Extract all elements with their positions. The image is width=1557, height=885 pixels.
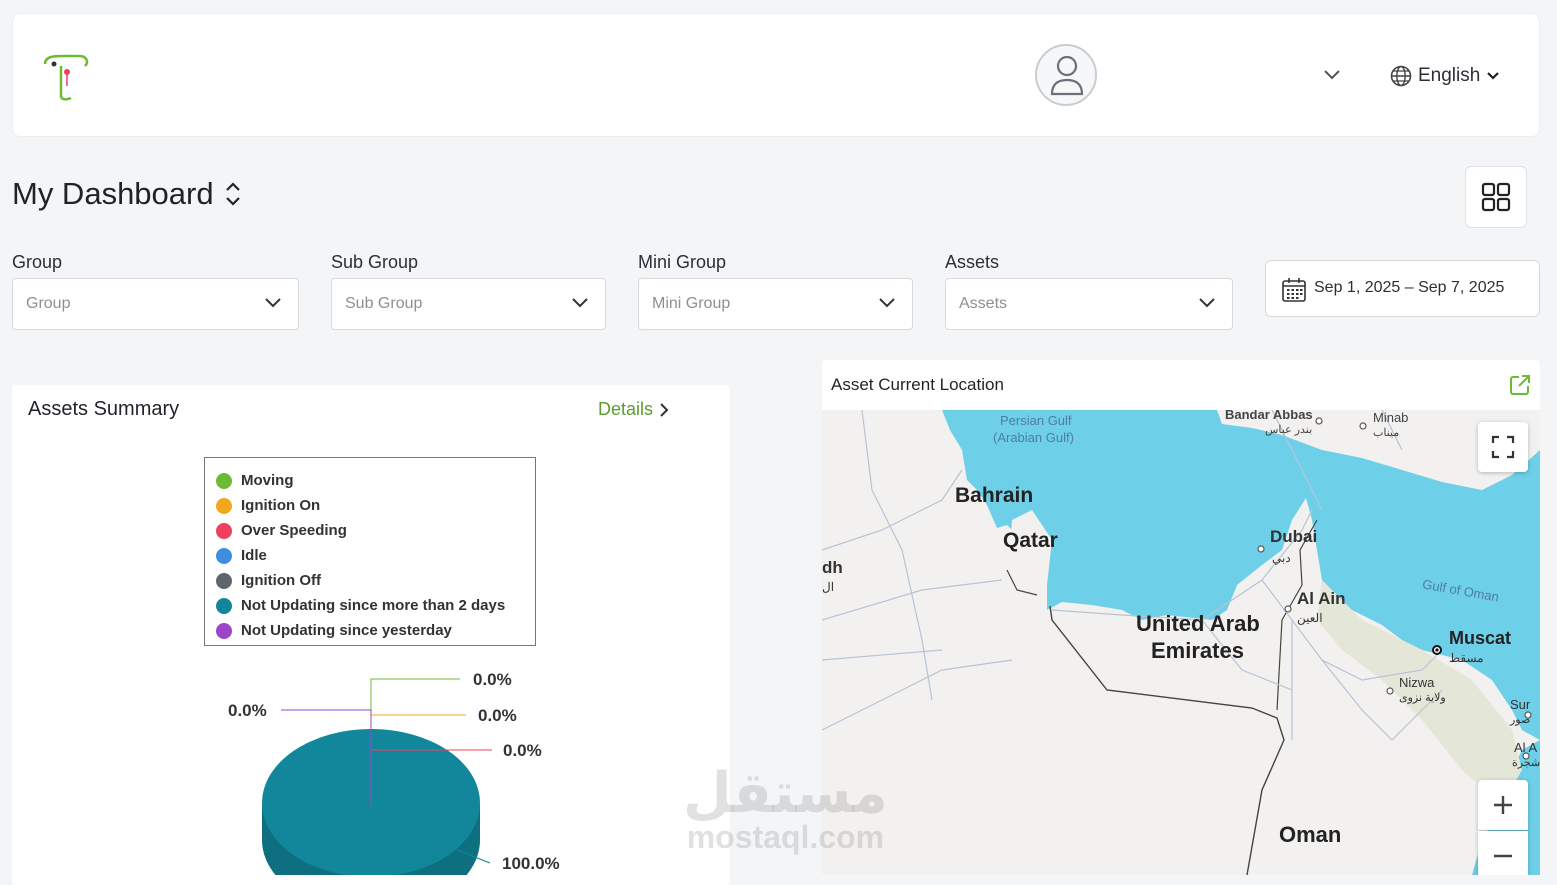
map-label-minab: Minab [1373,410,1409,425]
map-label-oman: Oman [1279,822,1342,847]
assets-summary-card: Assets Summary Details Moving Ignition O… [12,385,730,885]
chevron-down-icon [879,298,895,308]
map-label-sur-ar: صور [1510,714,1531,726]
map-label-uae-line1: United Arab [1136,611,1260,636]
chevron-down-icon [1199,298,1215,308]
calendar-icon [1282,278,1306,302]
chevron-down-icon [265,298,281,308]
mini-group-placeholder: Mini Group [652,295,731,312]
plus-icon [1494,796,1512,814]
map-label-muscat-ar: مسقط [1449,651,1484,665]
external-link-icon[interactable] [1508,373,1532,397]
mini-group-select[interactable]: Mini Group [638,278,913,330]
map-label-bandar-abbas: Bandar Abbas [1225,410,1313,422]
globe-icon [1390,65,1412,87]
assets-label: Assets [945,252,1000,272]
pie-label-moving: 0.0% [473,670,512,689]
map-label-qatar: Qatar [1003,529,1058,552]
page-title: My Dashboard [12,176,214,211]
sub-group-select[interactable]: Sub Group [331,278,606,330]
map-label-al-a-ar: شجرة [1512,757,1540,769]
map-label-minab-ar: میناب [1373,427,1400,439]
layout-grid-button[interactable] [1465,166,1527,228]
map-label-dubai: Dubai [1270,527,1318,546]
map-label-bandar-abbas-ar: بندر عباس [1265,424,1313,436]
assets-placeholder: Assets [959,295,1008,312]
map-label-muscat: Muscat [1449,628,1512,648]
map-label-arabian-gulf: (Arabian Gulf) [993,430,1074,445]
assets-select[interactable]: Assets [945,278,1233,330]
user-avatar[interactable] [1035,44,1097,106]
minus-icon [1494,854,1512,858]
map-label-dh-ar: ال [822,580,835,594]
fullscreen-button[interactable] [1478,422,1528,472]
dashboard-selector[interactable]: My Dashboard [12,176,242,212]
watermark-latin: mostaql.com [686,819,885,855]
watermark-arabic: مستقل [683,761,888,824]
map-label-bahrain: Bahrain [955,484,1034,507]
pie-label-not-updating-yesterday: 0.0% [228,701,267,720]
grid-icon [1481,182,1511,212]
fullscreen-icon [1491,435,1515,459]
map-label-sur: Sur [1510,697,1531,712]
date-range-text: Sep 1, 2025 – Sep 7, 2025 [1314,279,1505,296]
language-selector[interactable]: English [1390,64,1500,88]
map-label-nizwa: Nizwa [1399,675,1435,690]
mini-group-label: Mini Group [638,252,727,272]
map-label-dubai-ar: دبي [1272,551,1291,565]
sub-group-label: Sub Group [331,252,419,272]
map-label-dh: dh [822,558,843,577]
map-label-al-ain: Al Ain [1297,589,1346,608]
pie-label-not-updating-2days: 100.0% [502,854,560,873]
zoom-out-button[interactable] [1478,831,1528,875]
asset-location-card: Asset Current Location Persian Gulf (Ara… [822,360,1540,875]
group-placeholder: Group [26,295,71,312]
app-logo[interactable] [41,52,95,102]
chevron-down-icon [1487,72,1500,80]
mostaql-watermark: مستقل mostaql.com [683,761,888,855]
pie-label-over-speeding: 0.0% [503,741,542,760]
map-label-nizwa-ar: ولاية نزوى [1399,692,1446,704]
map-label-uae-line2: Emirates [1151,638,1244,663]
assets-pie-chart: 0.0% 0.0% 0.0% 0.0% 100.0% [228,670,560,875]
zoom-in-button[interactable] [1478,780,1528,830]
user-menu-chevron-icon[interactable] [1323,68,1341,86]
chevron-down-icon [572,298,588,308]
pie-label-ignition-on: 0.0% [478,706,517,725]
sort-updown-icon [225,182,240,206]
language-label: English [1418,65,1481,86]
date-range-picker[interactable]: Sep 1, 2025 – Sep 7, 2025 [1265,260,1540,317]
location-map[interactable]: Persian Gulf (Arabian Gulf) Bandar Abbas… [822,410,1540,875]
group-label: Group [12,252,63,272]
top-header: English [12,13,1540,137]
map-label-al-a: Al A [1514,740,1538,755]
asset-location-title: Asset Current Location [831,375,1004,394]
group-select[interactable]: Group [12,278,299,330]
sub-group-placeholder: Sub Group [345,295,423,312]
map-label-persian-gulf: Persian Gulf [1000,413,1072,428]
map-label-al-ain-ar: العين [1297,611,1323,625]
